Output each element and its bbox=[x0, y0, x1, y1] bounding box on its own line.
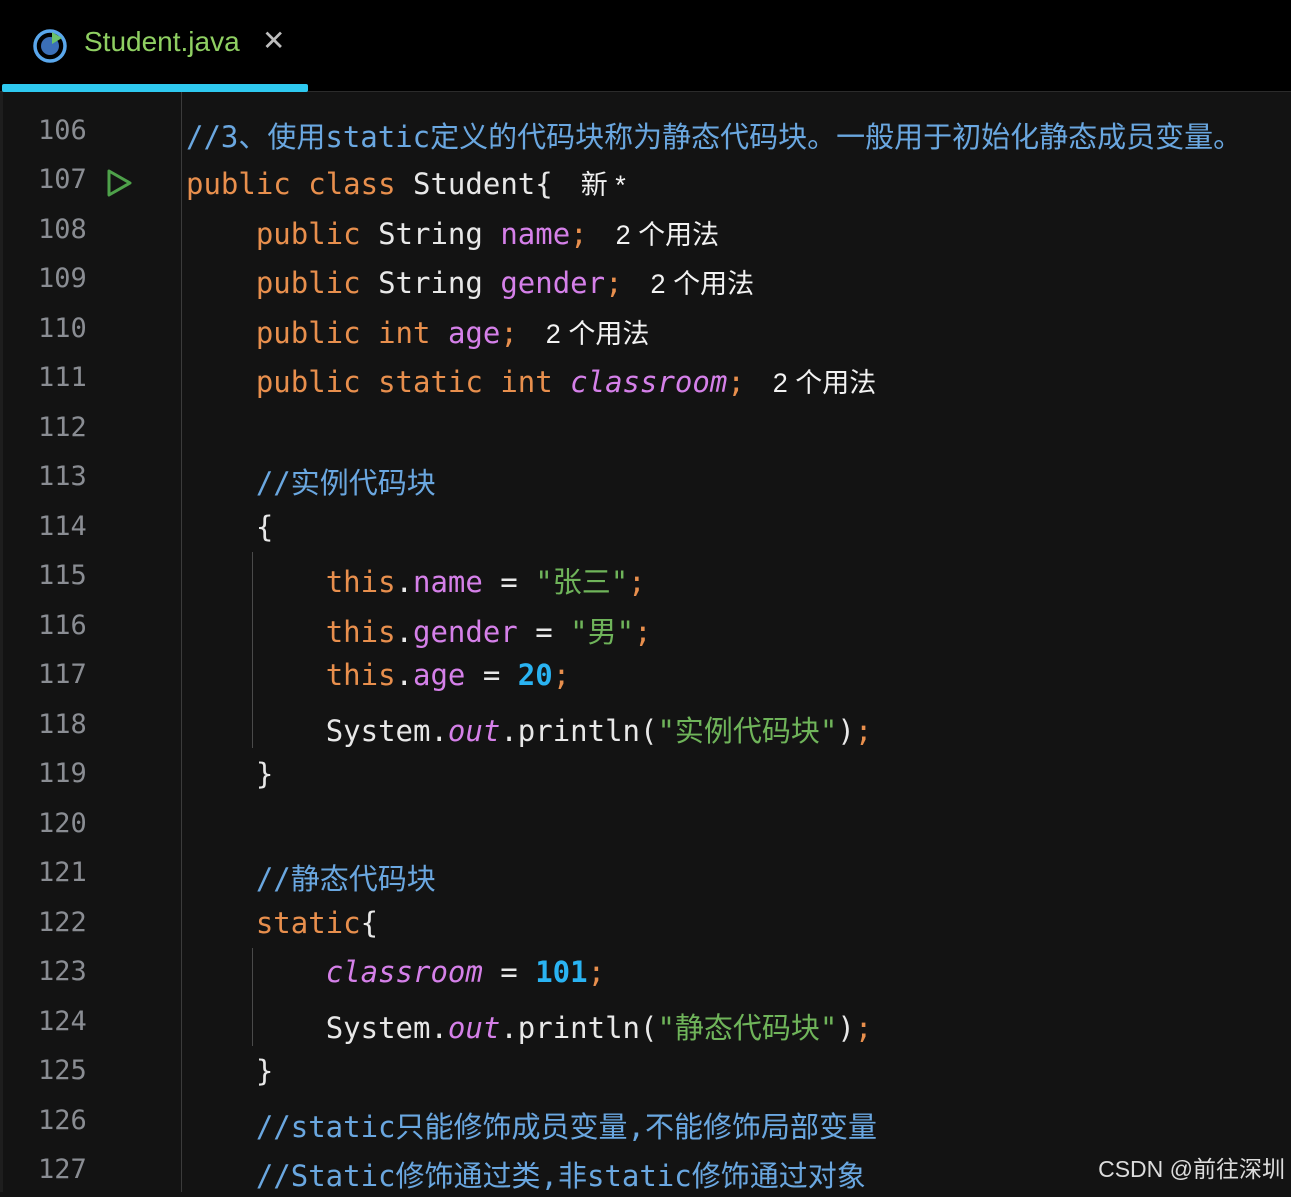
line-number: 123 bbox=[38, 956, 87, 987]
code-text: public String name; 2 个用法 bbox=[255, 217, 720, 251]
code-line: 118 System.out.println("实例代码块"); bbox=[0, 702, 1291, 752]
code-text: static{ bbox=[255, 906, 379, 940]
code-line: 119 } bbox=[0, 751, 1291, 801]
line-number: 121 bbox=[38, 857, 87, 888]
comment: //实例代码块 bbox=[186, 466, 436, 500]
code-text: System.out.println("静态代码块"); bbox=[325, 1011, 873, 1045]
line-number: 116 bbox=[38, 610, 87, 641]
editor-tab-bar: Student.java ✕ bbox=[0, 0, 1291, 92]
line-number: 109 bbox=[38, 263, 87, 294]
code-text: public static int classroom; 2 个用法 bbox=[255, 365, 877, 399]
line-number: 110 bbox=[38, 313, 87, 344]
code-line: 114 { bbox=[0, 504, 1291, 554]
java-class-icon bbox=[33, 29, 67, 63]
comment: //3、使用static定义的代码块称为静态代码块。一般用于初始化静态成员变量。 bbox=[186, 120, 1243, 154]
comment: //static只能修饰成员变量,不能修饰局部变量 bbox=[186, 1110, 877, 1144]
line-number: 122 bbox=[38, 907, 87, 938]
line-number: 112 bbox=[38, 412, 87, 443]
code-text: classroom = 101; bbox=[325, 955, 606, 989]
code-line: 120 bbox=[0, 801, 1291, 851]
code-line: 125 } bbox=[0, 1048, 1291, 1098]
code-line: 117 this.age = 20; bbox=[0, 652, 1291, 702]
code-text: } bbox=[186, 757, 274, 791]
line-number: 107 bbox=[38, 164, 87, 195]
code-line: 108 public String name; 2 个用法 bbox=[0, 207, 1291, 257]
line-number: 120 bbox=[38, 808, 87, 839]
code-line: 124 System.out.println("静态代码块"); bbox=[0, 999, 1291, 1049]
code-line: 109 public String gender; 2 个用法 bbox=[0, 256, 1291, 306]
tab-filename: Student.java bbox=[84, 26, 240, 57]
line-number: 114 bbox=[38, 511, 87, 542]
usages-hint[interactable]: 2 个用法 bbox=[546, 319, 650, 349]
file-tab-student-java[interactable]: Student.java ✕ bbox=[6, 0, 310, 92]
line-number: 111 bbox=[38, 362, 87, 393]
run-gutter-icon[interactable] bbox=[103, 168, 135, 198]
code-editor[interactable]: 106 //3、使用static定义的代码块称为静态代码块。一般用于初始化静态成… bbox=[0, 92, 1291, 1193]
code-text: } bbox=[186, 1054, 274, 1088]
usages-hint[interactable]: 2 个用法 bbox=[651, 269, 755, 299]
code-text: this.name = "张三"; bbox=[325, 565, 646, 599]
line-number: 126 bbox=[38, 1105, 87, 1136]
code-line: 116 this.gender = "男"; bbox=[0, 603, 1291, 653]
line-number: 113 bbox=[38, 461, 87, 492]
line-number: 124 bbox=[38, 1006, 87, 1037]
line-number: 119 bbox=[38, 758, 87, 789]
usages-hint[interactable]: 2 个用法 bbox=[616, 220, 720, 250]
line-number: 118 bbox=[38, 709, 87, 740]
comment: //静态代码块 bbox=[186, 862, 436, 896]
comment: //Static修饰通过类,非static修饰通过对象 bbox=[186, 1159, 866, 1193]
code-line: 115 this.name = "张三"; bbox=[0, 553, 1291, 603]
code-line: 107 public class Student{新 * bbox=[0, 157, 1291, 207]
code-line: 110 public int age; 2 个用法 bbox=[0, 306, 1291, 356]
code-line: 126 //static只能修饰成员变量,不能修饰局部变量 bbox=[0, 1098, 1291, 1148]
code-line: 113 //实例代码块 bbox=[0, 454, 1291, 504]
line-number: 125 bbox=[38, 1055, 87, 1086]
inlay-hint[interactable]: 新 * bbox=[581, 170, 626, 200]
line-number: 127 bbox=[38, 1154, 87, 1185]
line-number: 115 bbox=[38, 560, 87, 591]
active-tab-indicator bbox=[2, 84, 308, 92]
line-number: 106 bbox=[38, 115, 87, 146]
code-line: 123 classroom = 101; bbox=[0, 949, 1291, 999]
line-number: 117 bbox=[38, 659, 87, 690]
code-text: public int age; 2 个用法 bbox=[255, 316, 650, 350]
code-text: this.gender = "男"; bbox=[325, 615, 652, 649]
code-line: 106 //3、使用static定义的代码块称为静态代码块。一般用于初始化静态成… bbox=[0, 108, 1291, 158]
code-text: { bbox=[186, 510, 274, 544]
code-text: System.out.println("实例代码块"); bbox=[325, 714, 873, 748]
close-icon[interactable]: ✕ bbox=[262, 24, 285, 57]
code-text: public class Student{新 * bbox=[186, 167, 626, 201]
code-line: 111 public static int classroom; 2 个用法 bbox=[0, 355, 1291, 405]
code-text: public String gender; 2 个用法 bbox=[255, 266, 755, 300]
code-line: 122 static{ bbox=[0, 900, 1291, 950]
line-number: 108 bbox=[38, 214, 87, 245]
code-line: 112 bbox=[0, 405, 1291, 455]
watermark: CSDN @前往深圳 bbox=[1098, 1156, 1285, 1182]
usages-hint[interactable]: 2 个用法 bbox=[773, 368, 877, 398]
code-line: 121 //静态代码块 bbox=[0, 850, 1291, 900]
code-text: this.age = 20; bbox=[325, 658, 571, 692]
